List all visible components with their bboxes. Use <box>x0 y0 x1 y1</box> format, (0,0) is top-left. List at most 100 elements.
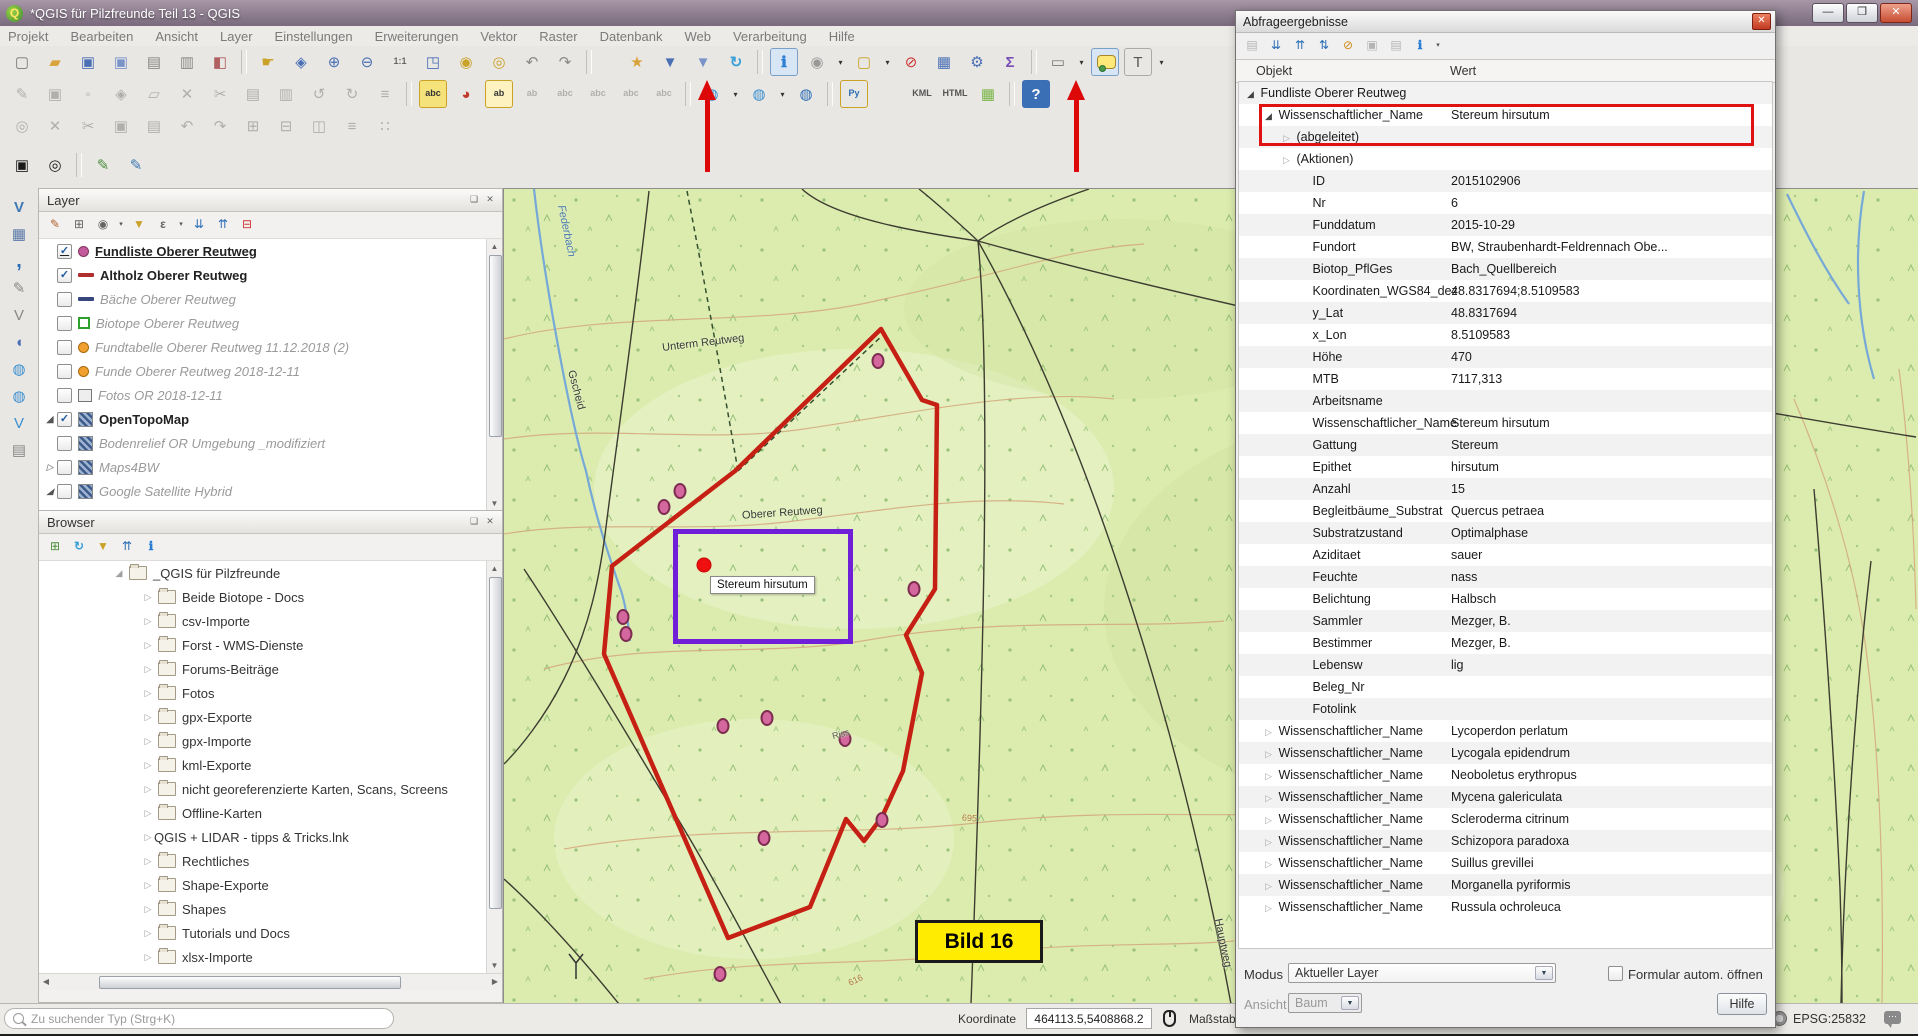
identify-row[interactable]: Begleitbäume_Substrat Quercus petraea <box>1239 500 1772 522</box>
layer-checkbox[interactable] <box>57 340 72 355</box>
offset-curve-icon[interactable]: ≡ <box>338 112 366 140</box>
layer-checkbox[interactable] <box>57 364 72 379</box>
menu-item[interactable]: Projekt <box>8 29 48 44</box>
identify-row[interactable]: Epithet hirsutum <box>1239 456 1772 478</box>
identify-row[interactable]: ▷ Wissenschaftlicher_Name Lycoperdon per… <box>1239 720 1772 742</box>
label-move-icon[interactable]: abc <box>584 80 612 108</box>
identify-caret-icon[interactable]: ▾ <box>836 48 845 76</box>
browser-item[interactable]: ▷ Tutorials und Docs <box>39 921 502 945</box>
identified-point[interactable] <box>697 558 712 573</box>
identify-row[interactable]: Fotolink <box>1239 698 1772 720</box>
identify-mode-caret-icon[interactable]: ▾ <box>1434 36 1442 56</box>
menu-item[interactable]: Einstellungen <box>275 29 353 44</box>
copy-features-icon[interactable]: ▤ <box>239 80 267 108</box>
layer-checkbox[interactable]: ✓ <box>57 244 72 259</box>
fund-point[interactable] <box>758 830 771 846</box>
layer-item[interactable]: Funde Oberer Reutweg 2018-12-11 <box>39 359 502 383</box>
collapse-all-icon[interactable]: ⇈ <box>213 215 233 235</box>
identify-row[interactable]: ▷ Wissenschaftlicher_Name Suillus grevil… <box>1239 852 1772 874</box>
maximize-button[interactable]: ❐ <box>1846 3 1878 23</box>
column-wert[interactable]: Wert <box>1450 64 1476 78</box>
reshape-icon[interactable]: ◫ <box>305 112 333 140</box>
browser-item[interactable]: ◢ _QGIS für Pilzfreunde <box>39 561 502 585</box>
column-objekt[interactable]: Objekt <box>1236 64 1292 78</box>
select-caret-icon[interactable]: ▾ <box>883 48 892 76</box>
add-wcs-icon[interactable]: ◍ <box>6 383 32 409</box>
style-dock-icon[interactable]: ✎ <box>45 215 65 235</box>
identify-row[interactable]: Nr 6 <box>1239 192 1772 214</box>
identify-row[interactable]: Belichtung Halbsch <box>1239 588 1772 610</box>
zoom-to-bookmark-icon[interactable]: ▼ <box>689 48 717 76</box>
layer-item[interactable]: ✓ Fundliste Oberer Reutweg <box>39 239 502 263</box>
identify-row[interactable]: Lebensw lig <box>1239 654 1772 676</box>
fund-point[interactable] <box>761 710 774 726</box>
browser-item[interactable]: ▷ gpx-Exporte <box>39 705 502 729</box>
snapping-icon[interactable]: ≡ <box>371 80 399 108</box>
text-annotation-icon[interactable]: T <box>1124 48 1152 76</box>
crs-status[interactable]: EPSG:25832 <box>1793 1012 1866 1026</box>
layer-item[interactable]: Bäche Oberer Reutweg <box>39 287 502 311</box>
save-project-as-icon[interactable]: ▣ <box>107 48 135 76</box>
label-properties-icon[interactable]: abc <box>650 80 678 108</box>
zoom-to-layer-icon[interactable]: ◎ <box>485 48 513 76</box>
fund-point[interactable] <box>872 353 885 369</box>
menu-item[interactable]: Verarbeitung <box>733 29 807 44</box>
pan-to-selection-icon[interactable]: ◈ <box>287 48 315 76</box>
print-response-icon[interactable]: ▤ <box>1386 36 1406 56</box>
measure-caret-icon[interactable]: ▾ <box>1077 48 1086 76</box>
html-annotation-icon[interactable]: HTML <box>941 80 969 108</box>
identify-column-headers[interactable]: Objekt Wert <box>1236 59 1775 83</box>
save-layer-edits-icon[interactable]: ▣ <box>41 80 69 108</box>
menu-item[interactable]: Raster <box>539 29 577 44</box>
layer-checkbox[interactable] <box>57 316 72 331</box>
identify-row[interactable]: ▷ Wissenschaftlicher_Name Morganella pyr… <box>1239 874 1772 896</box>
cut-features-icon[interactable]: ✂ <box>206 80 234 108</box>
help-button[interactable]: Hilfe <box>1717 993 1767 1015</box>
identify-row[interactable]: Funddatum 2015-10-29 <box>1239 214 1772 236</box>
browser-item[interactable]: ▷ Forums-Beiträge <box>39 657 502 681</box>
open-form-icon[interactable]: ▤ <box>1242 36 1262 56</box>
layer-item[interactable]: Bodenrelief OR Umgebung _modifiziert <box>39 431 502 455</box>
browser-item[interactable]: ▷ Forst - WMS-Dienste <box>39 633 502 657</box>
layer-checkbox[interactable] <box>57 388 72 403</box>
show-bookmarks-icon[interactable]: ▼ <box>656 48 684 76</box>
clear-results-icon[interactable]: ⊘ <box>1338 36 1358 56</box>
add-delimited-text-icon[interactable]: , <box>6 248 32 274</box>
map-theme-1-icon[interactable]: ✎ <box>89 151 117 179</box>
layer-item[interactable]: ◢ ✓ OpenTopoMap <box>39 407 502 431</box>
identify-mode-icon[interactable]: ℹ <box>1410 36 1430 56</box>
menu-item[interactable]: Vektor <box>480 29 517 44</box>
identify-row[interactable]: ◢ Fundliste Oberer Reutweg <box>1239 82 1772 104</box>
deselect-features-icon[interactable]: ⊘ <box>897 48 925 76</box>
tile-grid-icon[interactable]: ▦ <box>974 80 1002 108</box>
menu-item[interactable]: Layer <box>220 29 253 44</box>
identify-row[interactable]: Biotop_PflGes Bach_Quellbereich <box>1239 258 1772 280</box>
undo-edit-icon[interactable]: ↶ <box>173 112 201 140</box>
zoom-in-icon[interactable]: ⊕ <box>320 48 348 76</box>
new-project-icon[interactable]: ▢ <box>8 48 36 76</box>
layer-checkbox[interactable] <box>57 292 72 307</box>
filter-expression-icon[interactable]: ε <box>153 215 173 235</box>
remove-layer-icon[interactable]: ⊟ <box>237 215 257 235</box>
layer-scrollbar[interactable]: ▲ ▼ <box>486 239 502 511</box>
identify-row[interactable]: Aziditaet sauer <box>1239 544 1772 566</box>
layer-panel-titlebar[interactable]: Layer ❏ ✕ <box>39 189 502 212</box>
identify-row[interactable]: ▷ Wissenschaftlicher_Name Mycena galeric… <box>1239 786 1772 808</box>
rotate-feature-icon[interactable]: ∷ <box>371 112 399 140</box>
identify-row[interactable]: Sammler Mezger, B. <box>1239 610 1772 632</box>
expand-all-icon[interactable]: ⇊ <box>189 215 209 235</box>
identify-row[interactable]: x_Lon 8.5109583 <box>1239 324 1772 346</box>
add-group-icon[interactable]: ⊞ <box>69 215 89 235</box>
fund-point[interactable] <box>658 499 671 515</box>
identify-row[interactable]: Bestimmer Mezger, B. <box>1239 632 1772 654</box>
zoom-out-icon[interactable]: ⊖ <box>353 48 381 76</box>
menu-item[interactable]: Web <box>684 29 711 44</box>
filter-browser-icon[interactable]: ▼ <box>93 537 113 557</box>
map-tips-icon[interactable] <box>1091 48 1119 76</box>
browser-item[interactable]: ▷ Rechtliches <box>39 849 502 873</box>
browser-item[interactable]: ▷ Shape-Exporte <box>39 873 502 897</box>
browser-item[interactable]: ▷ xlsx-Importe <box>39 945 502 969</box>
statistics-icon[interactable]: Σ <box>996 48 1024 76</box>
layer-item[interactable]: Biotope Oberer Reutweg <box>39 311 502 335</box>
help-icon[interactable]: ? <box>1022 80 1050 108</box>
